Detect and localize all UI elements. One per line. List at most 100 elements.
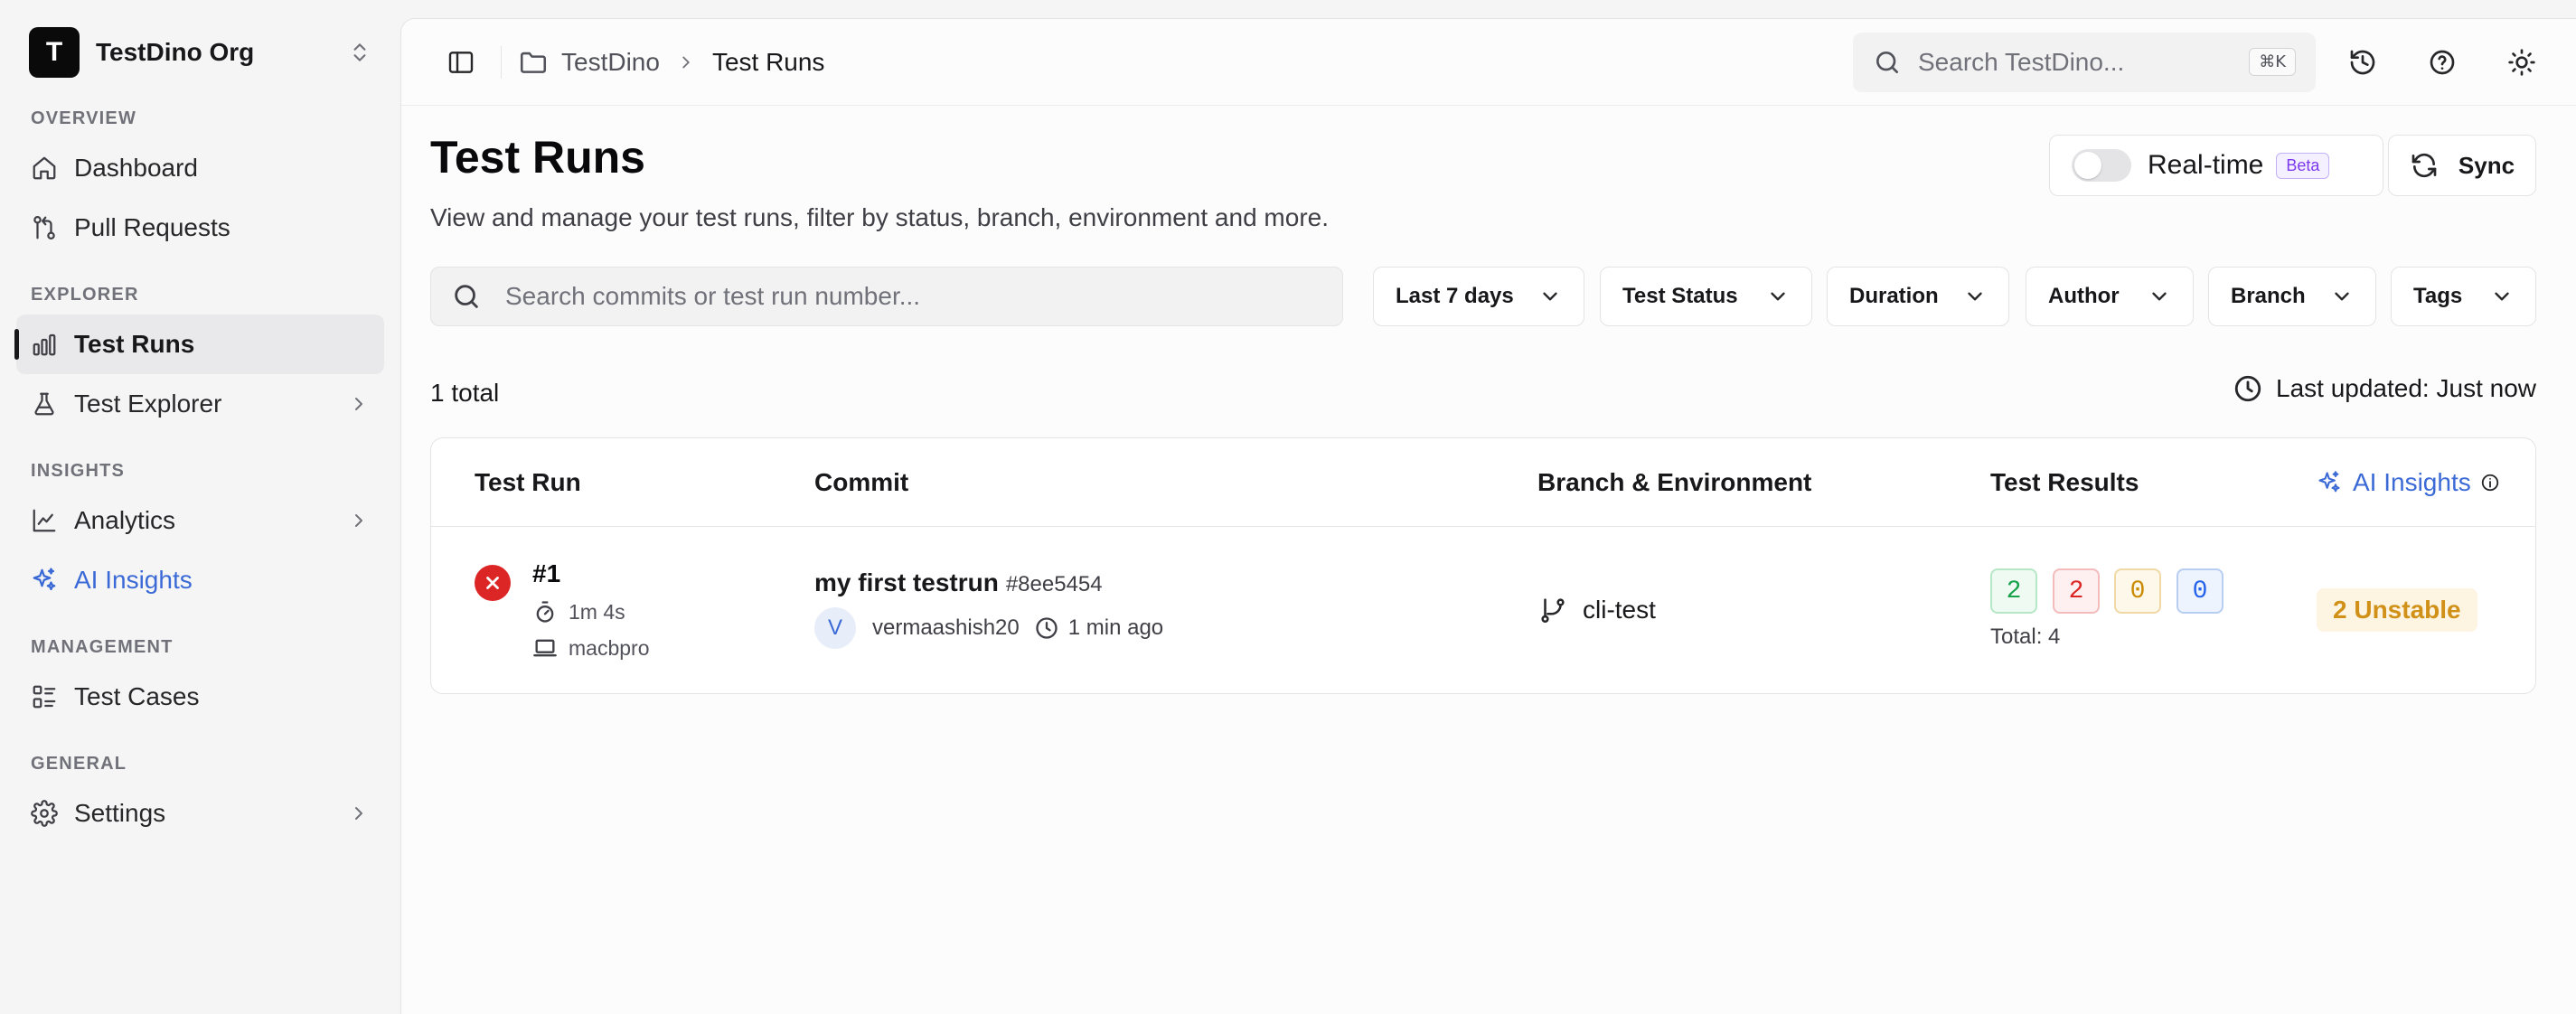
sidebar-item-label: AI Insights <box>74 566 193 594</box>
git-branch-icon <box>1537 595 1583 625</box>
org-switcher[interactable]: T TestDino Org <box>16 27 384 78</box>
bar-chart-icon <box>31 331 58 358</box>
column-header-test-results: Test Results <box>1990 468 2139 496</box>
sidebar-item-analytics[interactable]: Analytics <box>16 491 384 550</box>
filter-label: Test Status <box>1622 284 1738 308</box>
filter-label: Branch <box>2231 284 2306 308</box>
filter-author[interactable]: Author <box>2026 267 2194 326</box>
laptop-icon <box>532 635 569 661</box>
page-subtitle: View and manage your test runs, filter b… <box>430 203 1329 231</box>
table-row[interactable]: #1 1m 4s macbpro my first testrun #8ee545… <box>431 527 2535 693</box>
chevron-down-icon <box>1766 285 1790 308</box>
filter-label: Duration <box>1849 284 1939 308</box>
sync-label: Sync <box>2458 151 2515 179</box>
chevron-right-icon <box>348 510 370 531</box>
branch-name: cli-test <box>1583 596 1656 624</box>
sidebar: T TestDino Org OVERVIEW Dashboard Pull R… <box>0 0 400 1014</box>
chevron-down-icon <box>2330 285 2354 308</box>
toggle-sidebar-button[interactable] <box>434 35 488 89</box>
breadcrumb-link-testdino[interactable]: TestDino <box>561 48 660 77</box>
ai-insights-header-label: AI Insights <box>2353 468 2471 496</box>
sidebar-item-label: Pull Requests <box>74 213 230 241</box>
branch-info: cli-test <box>1537 595 1656 625</box>
sync-button[interactable]: Sync <box>2388 135 2536 196</box>
info-icon[interactable] <box>2480 473 2500 493</box>
toggle-switch[interactable] <box>2072 149 2131 182</box>
history-icon <box>2348 48 2377 77</box>
total-count: 1 total <box>430 379 500 407</box>
filter-label: Last 7 days <box>1396 284 1514 308</box>
failed-count-badge: 2 <box>2053 568 2100 614</box>
sidebar-item-settings[interactable]: Settings <box>16 784 384 843</box>
column-header-test-run: Test Run <box>475 468 581 496</box>
timer-icon <box>532 599 569 624</box>
search-icon <box>451 281 505 312</box>
sidebar-item-dashboard[interactable]: Dashboard <box>16 138 384 198</box>
commit-time: 1 min ago <box>1067 615 1164 640</box>
run-number[interactable]: #1 <box>532 559 560 588</box>
filter-tags[interactable]: Tags <box>2391 267 2536 326</box>
commit-hash[interactable]: #8ee5454 <box>1006 572 1103 596</box>
beta-badge: Beta <box>2276 152 2330 179</box>
nav-section-explorer: EXPLORER <box>31 285 139 305</box>
sidebar-item-label: Test Explorer <box>74 390 222 418</box>
filter-date-range[interactable]: Last 7 days <box>1373 267 1584 326</box>
sidebar-item-ai-insights[interactable]: AI Insights <box>16 550 384 610</box>
home-icon <box>31 155 58 182</box>
theme-toggle-button[interactable] <box>2495 35 2549 89</box>
column-header-commit: Commit <box>814 468 909 496</box>
avatar: V <box>814 607 856 649</box>
chevron-down-icon <box>2490 285 2514 308</box>
clock-icon <box>1034 615 1059 641</box>
sidebar-item-label: Analytics <box>74 506 176 534</box>
skipped-count-badge: 0 <box>2176 568 2223 614</box>
commit-info: my first testrun #8ee5454 <box>814 568 1103 597</box>
table-header: Test Run Commit Branch & Environment Tes… <box>431 438 2535 527</box>
chevron-down-icon <box>1963 285 1987 308</box>
help-icon <box>2428 48 2457 77</box>
test-run-search-input[interactable]: Search commits or test run number... <box>430 267 1343 326</box>
topbar: TestDino Test Runs Search TestDino... ⌘K <box>401 19 2576 106</box>
chevron-down-icon <box>1538 285 1562 308</box>
filter-test-status[interactable]: Test Status <box>1600 267 1812 326</box>
theme-sun-icon <box>2507 48 2536 77</box>
duration-text: 1m 4s <box>569 599 625 624</box>
page-title: Test Runs <box>430 132 645 183</box>
nav-section-insights: INSIGHTS <box>31 461 126 481</box>
sidebar-item-label: Dashboard <box>74 154 198 182</box>
chevron-right-icon <box>348 393 370 415</box>
global-search-input[interactable]: Search TestDino... ⌘K <box>1853 32 2316 92</box>
failed-status-icon <box>475 565 511 601</box>
realtime-toggle[interactable]: Real-time Beta <box>2049 135 2383 196</box>
ai-insight-badge[interactable]: 2 Unstable <box>2317 588 2477 632</box>
search-placeholder: Search commits or test run number... <box>505 282 921 310</box>
keyboard-shortcut-badge: ⌘K <box>2249 48 2296 76</box>
sidebar-item-pull-requests[interactable]: Pull Requests <box>16 198 384 258</box>
commit-message[interactable]: my first testrun <box>814 568 999 596</box>
sidebar-item-test-explorer[interactable]: Test Explorer <box>16 374 384 434</box>
git-pull-request-icon <box>31 214 58 241</box>
results-total: Total: 4 <box>1990 624 2061 649</box>
column-header-ai-insights[interactable]: AI Insights <box>2317 438 2500 527</box>
passed-count-badge: 2 <box>1990 568 2037 614</box>
filter-duration[interactable]: Duration <box>1827 267 2009 326</box>
filter-label: Tags <box>2413 284 2463 308</box>
filter-branch[interactable]: Branch <box>2208 267 2376 326</box>
machine-text: macbpro <box>569 635 650 660</box>
org-name: TestDino Org <box>96 38 255 66</box>
flask-icon <box>31 390 58 418</box>
author-name: vermaashish20 <box>872 615 1020 640</box>
search-icon <box>1873 48 1902 77</box>
sidebar-item-label: Test Runs <box>74 330 195 358</box>
search-placeholder: Search TestDino... <box>1918 47 2125 76</box>
commit-author-row: V vermaashish20 1 min ago <box>814 607 1163 649</box>
sidebar-item-test-runs[interactable]: Test Runs <box>14 315 384 374</box>
sidebar-item-test-cases[interactable]: Test Cases <box>16 667 384 727</box>
chevron-down-icon <box>2148 285 2171 308</box>
sidebar-item-label: Settings <box>74 799 166 827</box>
history-button[interactable] <box>2336 35 2390 89</box>
sidebar-item-label: Test Cases <box>74 682 200 710</box>
run-machine: macbpro <box>532 635 649 661</box>
chevrons-up-down-icon <box>348 41 371 64</box>
help-button[interactable] <box>2415 35 2469 89</box>
